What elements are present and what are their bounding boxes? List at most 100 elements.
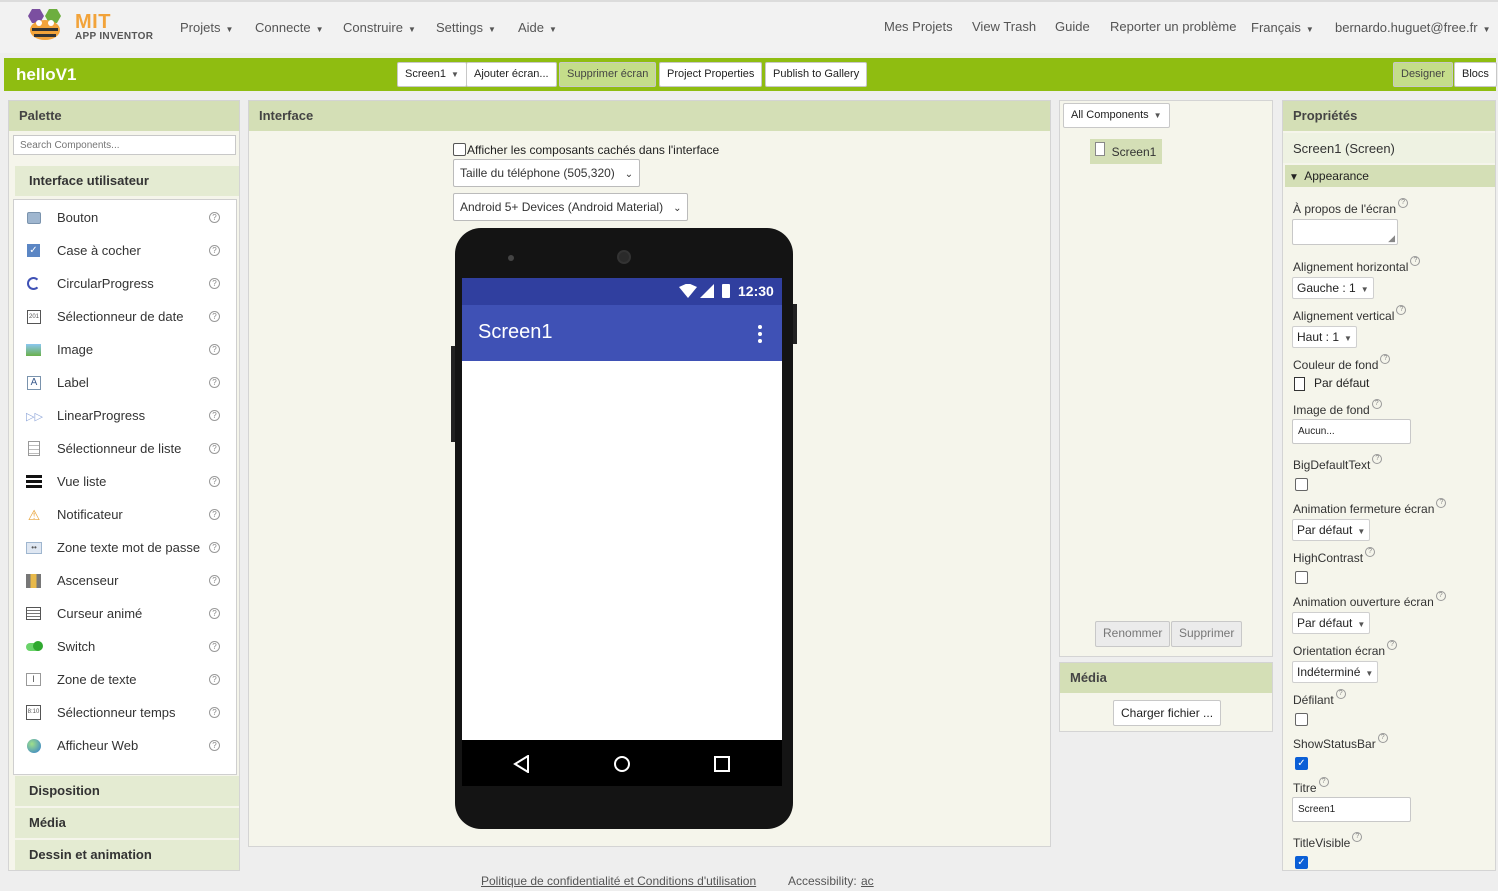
- menu-construire[interactable]: Construire ▼: [343, 20, 416, 35]
- help-icon[interactable]: ?: [209, 443, 220, 454]
- upload-file-button[interactable]: Charger fichier ...: [1113, 700, 1222, 726]
- orientation-select[interactable]: Indéterminé ▼: [1292, 661, 1379, 683]
- titlevisible-checkbox[interactable]: ✓: [1295, 856, 1308, 869]
- palette-item[interactable]: Curseur animé?: [14, 598, 236, 631]
- help-icon[interactable]: ?: [1335, 689, 1346, 699]
- privacy-link[interactable]: Politique de confidentialité et Conditio…: [481, 874, 756, 888]
- help-icon[interactable]: ?: [1372, 454, 1383, 464]
- publish-gallery-button[interactable]: Publish to Gallery: [765, 62, 868, 87]
- blocks-button[interactable]: Blocs: [1454, 62, 1497, 87]
- language-menu[interactable]: Français ▼: [1251, 20, 1314, 35]
- help-icon[interactable]: ?: [1435, 591, 1446, 601]
- user-menu[interactable]: bernardo.huguet@free.fr ▼: [1335, 20, 1490, 35]
- palette-item[interactable]: Sélectionneur de liste?: [14, 433, 236, 466]
- bgcolor-value[interactable]: Par défaut: [1314, 376, 1369, 390]
- link-guide[interactable]: Guide: [1055, 19, 1090, 34]
- bgcolor-swatch[interactable]: [1294, 377, 1305, 391]
- menu-aide[interactable]: Aide ▼: [518, 20, 557, 35]
- help-icon[interactable]: ?: [209, 509, 220, 520]
- back-icon[interactable]: [513, 755, 531, 773]
- help-icon[interactable]: ?: [209, 542, 220, 553]
- palette-item[interactable]: 201 Sélectionneur de date?: [14, 301, 236, 334]
- help-icon[interactable]: ?: [209, 641, 220, 652]
- help-icon[interactable]: ?: [209, 740, 220, 751]
- palette-item[interactable]: •• Zone texte mot de passe?: [14, 532, 236, 565]
- link-mes-projets[interactable]: Mes Projets: [884, 19, 953, 34]
- help-icon[interactable]: ?: [1318, 777, 1329, 787]
- all-components-dropdown[interactable]: All Components ▼: [1063, 103, 1170, 128]
- add-screen-button[interactable]: Ajouter écran...: [466, 62, 557, 87]
- accessibility-link[interactable]: ac: [861, 874, 874, 888]
- help-icon[interactable]: ?: [1377, 733, 1388, 743]
- help-icon[interactable]: ?: [209, 278, 220, 289]
- close-anim-select[interactable]: Par défaut ▼: [1292, 519, 1371, 541]
- home-icon[interactable]: [613, 755, 631, 773]
- help-icon[interactable]: ?: [1398, 198, 1409, 208]
- help-icon[interactable]: ?: [209, 377, 220, 388]
- app-inventor-logo[interactable]: MIT APP INVENTOR: [24, 6, 154, 48]
- statusbar-checkbox[interactable]: ✓: [1295, 757, 1308, 770]
- about-textarea[interactable]: ◢: [1292, 219, 1398, 245]
- palette-item[interactable]: Ascenseur?: [14, 565, 236, 598]
- palette-item[interactable]: I Zone de texte?: [14, 664, 236, 697]
- rename-button[interactable]: Renommer: [1095, 621, 1171, 647]
- help-icon[interactable]: ?: [209, 476, 220, 487]
- link-view-trash[interactable]: View Trash: [972, 19, 1036, 34]
- help-icon[interactable]: ?: [209, 410, 220, 421]
- palette-item[interactable]: Bouton?: [14, 202, 236, 235]
- recents-icon[interactable]: [713, 755, 731, 773]
- designer-button[interactable]: Designer: [1393, 62, 1454, 87]
- palette-item[interactable]: ✓ Case à cocher?: [14, 235, 236, 268]
- help-icon[interactable]: ?: [209, 674, 220, 685]
- category-media[interactable]: Média: [15, 808, 239, 838]
- help-icon[interactable]: ?: [209, 707, 220, 718]
- palette-item[interactable]: ⚠ Notificateur?: [14, 499, 236, 532]
- bigtext-checkbox[interactable]: [1295, 478, 1308, 491]
- help-icon[interactable]: ?: [1396, 305, 1407, 315]
- help-icon[interactable]: ?: [1380, 354, 1391, 364]
- palette-item[interactable]: Vue liste?: [14, 466, 236, 499]
- palette-search-input[interactable]: [13, 135, 236, 155]
- scrollable-checkbox[interactable]: [1295, 713, 1308, 726]
- help-icon[interactable]: ?: [209, 575, 220, 586]
- valign-select[interactable]: Haut : 1 ▼: [1292, 326, 1357, 348]
- remove-screen-button[interactable]: Supprimer écran: [559, 62, 657, 87]
- overflow-menu-icon[interactable]: [758, 325, 762, 343]
- category-user-interface[interactable]: Interface utilisateur: [15, 166, 239, 196]
- palette-item[interactable]: Switch?: [14, 631, 236, 664]
- open-anim-select[interactable]: Par défaut ▼: [1292, 612, 1371, 634]
- help-icon[interactable]: ?: [1371, 399, 1382, 409]
- show-hidden-checkbox[interactable]: [453, 143, 466, 156]
- help-icon[interactable]: ?: [209, 311, 220, 322]
- screen-select-button[interactable]: Screen1 ▼: [397, 62, 467, 87]
- help-icon[interactable]: ?: [209, 245, 220, 256]
- contrast-checkbox[interactable]: [1295, 571, 1308, 584]
- palette-item[interactable]: ▷▷ LinearProgress?: [14, 400, 236, 433]
- palette-item[interactable]: Afficheur Web?: [14, 730, 236, 763]
- category-drawing-animation[interactable]: Dessin et animation: [15, 840, 239, 870]
- help-icon[interactable]: ?: [1352, 832, 1363, 842]
- palette-item[interactable]: A Label?: [14, 367, 236, 400]
- help-icon[interactable]: ?: [209, 608, 220, 619]
- help-icon[interactable]: ?: [1387, 640, 1398, 650]
- category-disposition[interactable]: Disposition: [15, 776, 239, 806]
- menu-settings[interactable]: Settings ▼: [436, 20, 496, 35]
- appearance-group-header[interactable]: ▼ Appearance: [1285, 165, 1495, 187]
- help-icon[interactable]: ?: [1436, 498, 1447, 508]
- delete-button[interactable]: Supprimer: [1171, 621, 1243, 647]
- help-icon[interactable]: ?: [1410, 256, 1421, 266]
- bgimage-picker[interactable]: Aucun...: [1292, 419, 1411, 444]
- halign-select[interactable]: Gauche : 1 ▼: [1292, 277, 1374, 299]
- help-icon[interactable]: ?: [209, 212, 220, 223]
- palette-item[interactable]: CircularProgress?: [14, 268, 236, 301]
- palette-item[interactable]: Image?: [14, 334, 236, 367]
- help-icon[interactable]: ?: [1365, 547, 1376, 557]
- palette-item[interactable]: 8:10 Sélectionneur temps?: [14, 697, 236, 730]
- menu-projets[interactable]: Projets ▼: [180, 20, 233, 35]
- menu-connecte[interactable]: Connecte ▼: [255, 20, 324, 35]
- phone-size-select[interactable]: Taille du téléphone (505,320) ⌄: [453, 159, 641, 187]
- title-input[interactable]: Screen1: [1292, 797, 1411, 822]
- link-report-problem[interactable]: Reporter un problème: [1110, 19, 1236, 34]
- theme-select[interactable]: Android 5+ Devices (Android Material) ⌄: [453, 193, 689, 221]
- tree-item-screen1[interactable]: Screen1: [1090, 139, 1162, 164]
